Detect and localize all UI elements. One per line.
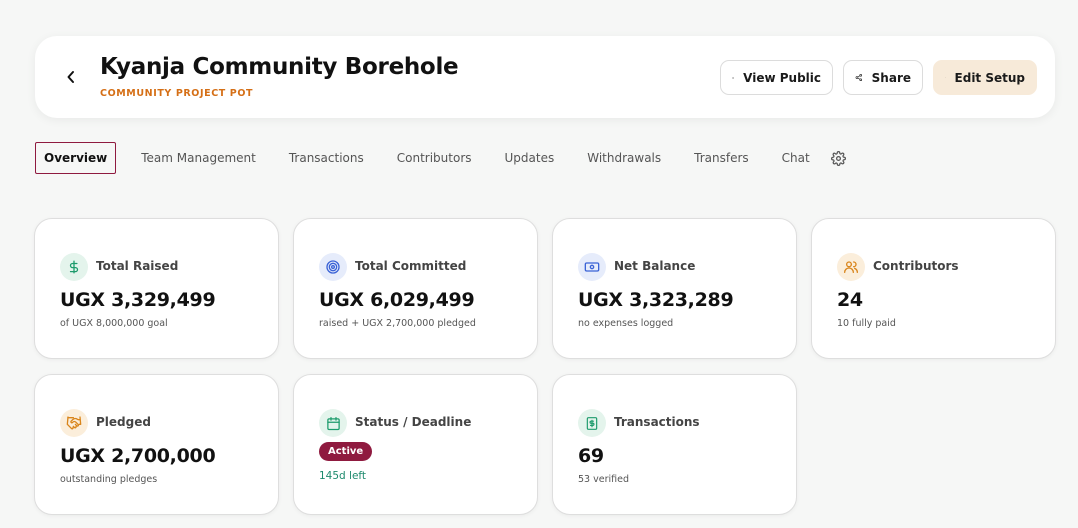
tab-transfers[interactable]: Transfers xyxy=(686,142,757,174)
tab-transactions[interactable]: Transactions xyxy=(281,142,372,174)
pledged-card: Pledged UGX 2,700,000 outstanding pledge… xyxy=(34,374,279,515)
contributors-card: Contributors 24 10 fully paid xyxy=(811,218,1056,359)
back-button[interactable] xyxy=(61,66,81,88)
view-public-label: View Public xyxy=(743,70,821,85)
target-icon xyxy=(319,253,347,281)
users-icon xyxy=(837,253,865,281)
net-balance-card: Net Balance UGX 3,323,289 no expenses lo… xyxy=(552,218,797,359)
status-badge: Active xyxy=(319,442,373,461)
transactions-card: Transactions 69 53 verified xyxy=(552,374,797,515)
net-balance-label: Net Balance xyxy=(614,259,696,273)
handshake-icon xyxy=(60,409,88,437)
tab-settings[interactable] xyxy=(830,142,846,174)
share-label: Share xyxy=(871,70,911,85)
total-committed-note: raised + UGX 2,700,000 pledged xyxy=(319,318,476,329)
transactions-note: 53 verified xyxy=(578,474,629,485)
status-deadline-card: Status / Deadline Active 145d left xyxy=(293,374,538,515)
dollar-icon xyxy=(60,253,88,281)
contributors-note: 10 fully paid xyxy=(837,318,896,329)
net-balance-note: no expenses logged xyxy=(578,318,674,329)
pledged-label: Pledged xyxy=(96,415,151,429)
edit-icon xyxy=(945,77,946,78)
total-raised-note: of UGX 8,000,000 goal xyxy=(60,318,168,329)
total-raised-value: UGX 3,329,499 xyxy=(60,289,216,311)
eye-icon xyxy=(732,76,735,79)
pledged-note: outstanding pledges xyxy=(60,474,158,485)
deadline-remaining: 145d left xyxy=(319,470,367,482)
chevron-left-icon xyxy=(67,71,74,83)
transactions-label: Transactions xyxy=(614,415,700,429)
tab-updates[interactable]: Updates xyxy=(497,142,563,174)
share-button[interactable]: Share xyxy=(843,60,923,95)
tab-chat[interactable]: Chat xyxy=(774,142,818,174)
view-public-button[interactable]: View Public xyxy=(720,60,833,95)
edit-setup-button[interactable]: Edit Setup xyxy=(933,60,1037,95)
contributors-label: Contributors xyxy=(873,259,959,273)
project-header: Kyanja Community Borehole COMMUNITY PROJ… xyxy=(35,36,1055,118)
contributors-value: 24 xyxy=(837,289,863,311)
page-title: Kyanja Community Borehole xyxy=(100,54,459,80)
tab-team-management[interactable]: Team Management xyxy=(133,142,264,174)
transactions-value: 69 xyxy=(578,445,604,467)
page-subtitle: COMMUNITY PROJECT POT xyxy=(100,88,254,99)
net-balance-value: UGX 3,323,289 xyxy=(578,289,734,311)
total-committed-label: Total Committed xyxy=(355,259,467,273)
calendar-icon xyxy=(319,409,347,437)
share-icon xyxy=(855,73,863,82)
tab-contributors[interactable]: Contributors xyxy=(389,142,480,174)
tab-overview[interactable]: Overview xyxy=(35,142,117,174)
total-committed-card: Total Committed UGX 6,029,499 raised + U… xyxy=(293,218,538,359)
tab-withdrawals[interactable]: Withdrawals xyxy=(579,142,669,174)
total-committed-value: UGX 6,029,499 xyxy=(319,289,475,311)
gear-icon xyxy=(830,150,846,166)
edit-setup-label: Edit Setup xyxy=(954,70,1025,85)
pledged-value: UGX 2,700,000 xyxy=(60,445,216,467)
status-deadline-label: Status / Deadline xyxy=(355,415,472,429)
receipt-icon xyxy=(578,409,606,437)
total-raised-label: Total Raised xyxy=(96,259,179,273)
banknote-icon xyxy=(578,253,606,281)
tab-bar: Overview Team Management Transactions Co… xyxy=(35,142,846,174)
total-raised-card: Total Raised UGX 3,329,499 of UGX 8,000,… xyxy=(34,218,279,359)
